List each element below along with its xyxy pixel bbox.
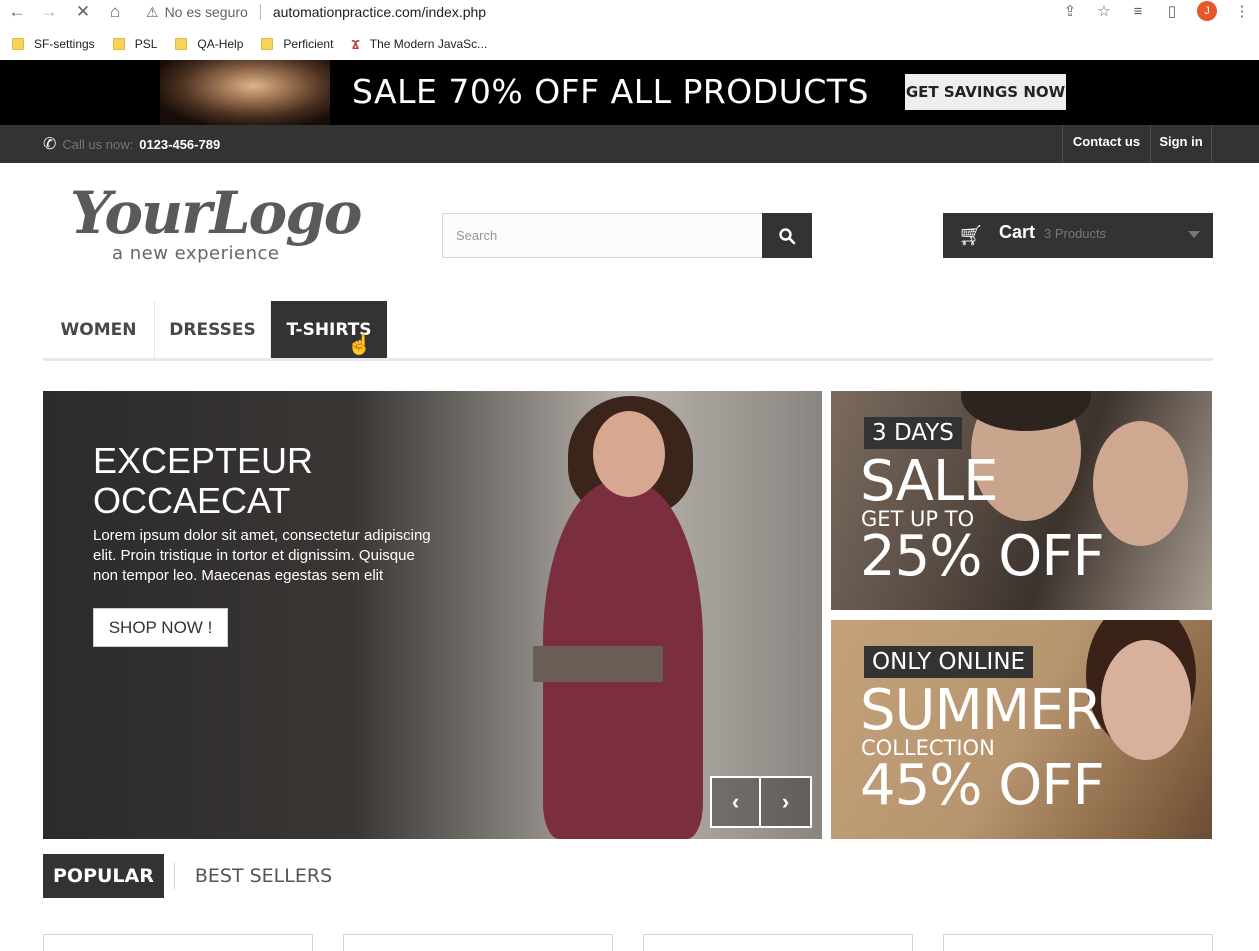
promo-banner-summer[interactable]: ONLY ONLINE SUMMER COLLECTION 45% OFF xyxy=(831,620,1212,839)
cart-label: Cart xyxy=(999,222,1036,242)
phone-icon: ✆ xyxy=(43,136,57,153)
logo-tagline: a new experience xyxy=(112,243,280,264)
menu-dots-icon[interactable]: ⋮ xyxy=(1225,2,1259,20)
product-card[interactable] xyxy=(343,934,613,951)
promo-headline: SUMMER xyxy=(860,678,1102,743)
shop-phone: ✆ Call us now: 0123-456-789 xyxy=(43,134,220,154)
promo-woman-face xyxy=(1093,421,1188,546)
folder-icon xyxy=(12,38,24,50)
browser-toolbar: ← → ✕ ⌂ ⚠ No es seguro automationpractic… xyxy=(0,0,1259,28)
slide-title-line2: OCCAECAT xyxy=(93,480,291,521)
bookmark-modern-javascript[interactable]: Ϫ The Modern JavaSc... xyxy=(351,37,487,52)
slider-model-image xyxy=(483,391,783,839)
folder-icon xyxy=(112,38,125,50)
address-divider xyxy=(259,4,261,20)
main-menu: WOMEN DRESSES T-SHIRTS xyxy=(43,301,1213,361)
media-icon[interactable]: ≡ xyxy=(1121,3,1155,20)
bookmark-star-icon[interactable]: ☆ xyxy=(1087,2,1121,20)
home-product-tabs: POPULAR BEST SELLERS xyxy=(43,854,342,898)
promo-discount: 45% OFF xyxy=(860,753,1105,818)
search-button[interactable] xyxy=(762,213,812,258)
promo-headline: SALE xyxy=(860,449,998,514)
warning-icon: ⚠ xyxy=(146,4,159,20)
promo-label: ONLY ONLINE xyxy=(864,646,1034,678)
side-panel-icon[interactable]: ▯ xyxy=(1155,2,1189,20)
tab-best-sellers[interactable]: BEST SELLERS xyxy=(173,863,342,889)
promo-discount: 25% OFF xyxy=(860,524,1105,589)
address-bar[interactable]: ⚠ No es seguro automationpractice.com/in… xyxy=(146,2,486,22)
shopping-cart[interactable]: 🛒︎ Cart 3 Products xyxy=(943,213,1213,258)
bookmark-label: QA-Help xyxy=(197,37,244,51)
product-list xyxy=(43,934,1213,951)
bookmark-label: PSL xyxy=(134,37,158,51)
sign-in-link[interactable]: Sign in xyxy=(1150,125,1212,163)
banner-text: SALE 70% OFF ALL PRODUCTS xyxy=(352,72,869,111)
search-input[interactable]: Search xyxy=(442,213,762,258)
tab-popular[interactable]: POPULAR xyxy=(43,854,164,898)
model-face xyxy=(593,411,665,497)
search-icon xyxy=(779,227,796,244)
back-icon[interactable]: ← xyxy=(6,2,28,22)
promo-woman-face xyxy=(1101,640,1191,760)
logo-script: YourLogo xyxy=(70,179,362,247)
product-card[interactable] xyxy=(643,934,913,951)
folder-icon xyxy=(175,38,188,50)
homepage-slider[interactable]: EXCEPTEUR OCCAECAT Lorem ipsum dolor sit… xyxy=(43,391,822,839)
bookmark-perficient[interactable]: Perficient xyxy=(261,37,333,51)
product-card[interactable] xyxy=(43,934,313,951)
phone-number: 0123-456-789 xyxy=(139,136,221,152)
profile-avatar[interactable]: J xyxy=(1197,1,1217,21)
site-favicon-icon: Ϫ xyxy=(351,36,360,52)
security-label: No es seguro xyxy=(164,4,248,20)
header-nav-bar: ✆ Call us now: 0123-456-789 Contact us S… xyxy=(0,125,1259,163)
product-card[interactable] xyxy=(943,934,1213,951)
slide-title: EXCEPTEUR OCCAECAT xyxy=(93,441,313,521)
model-belt xyxy=(533,646,663,682)
contact-us-link[interactable]: Contact us xyxy=(1062,125,1150,163)
browser-actions: ⇪ ☆ ≡ ▯ J ⋮ xyxy=(1053,0,1259,22)
chevron-down-icon xyxy=(1188,231,1200,238)
bookmark-psl[interactable]: PSL xyxy=(112,37,158,51)
home-icon[interactable]: ⌂ xyxy=(104,2,126,22)
call-label: Call us now: xyxy=(62,136,134,152)
bookmarks-bar: SF-settings PSL QA-Help Perficient Ϫ The… xyxy=(0,28,1259,60)
slider-controls: ‹ › xyxy=(710,776,812,828)
banner-model-image xyxy=(160,60,330,125)
folder-icon xyxy=(261,38,274,50)
bookmark-label: The Modern JavaSc... xyxy=(369,37,488,51)
cart-count: 3 Products xyxy=(1044,226,1107,241)
forward-icon[interactable]: → xyxy=(38,2,60,22)
slider-next-button[interactable]: › xyxy=(761,776,812,828)
menu-item-dresses[interactable]: DRESSES xyxy=(155,301,271,358)
cart-icon: 🛒︎ xyxy=(958,225,984,247)
shop-now-button[interactable]: SHOP NOW ! xyxy=(93,608,228,647)
share-icon[interactable]: ⇪ xyxy=(1053,2,1087,20)
get-savings-button[interactable]: GET SAVINGS NOW xyxy=(905,74,1066,110)
bookmark-sf-settings[interactable]: SF-settings xyxy=(12,37,95,51)
bookmark-label: Perficient xyxy=(283,37,334,51)
top-sale-banner[interactable]: SALE 70% OFF ALL PRODUCTS xyxy=(0,60,1259,125)
slider-prev-button[interactable]: ‹ xyxy=(710,776,761,828)
bookmark-label: SF-settings xyxy=(34,37,95,51)
menu-item-women[interactable]: WOMEN xyxy=(43,301,155,358)
bookmark-qa-help[interactable]: QA-Help xyxy=(175,37,243,51)
url-text[interactable]: automationpractice.com/index.php xyxy=(273,3,486,21)
promo-banner-sale[interactable]: 3 DAYS SALE GET UP TO 25% OFF xyxy=(831,391,1212,610)
slide-description: Lorem ipsum dolor sit amet, consectetur … xyxy=(93,527,431,584)
hand-cursor-icon: ☝ xyxy=(347,334,372,356)
promo-label: 3 DAYS xyxy=(864,417,962,449)
slide-title-line1: EXCEPTEUR xyxy=(93,440,314,481)
site-logo[interactable]: YourLogo a new experience xyxy=(70,179,362,268)
stop-loading-icon[interactable]: ✕ xyxy=(72,2,94,22)
